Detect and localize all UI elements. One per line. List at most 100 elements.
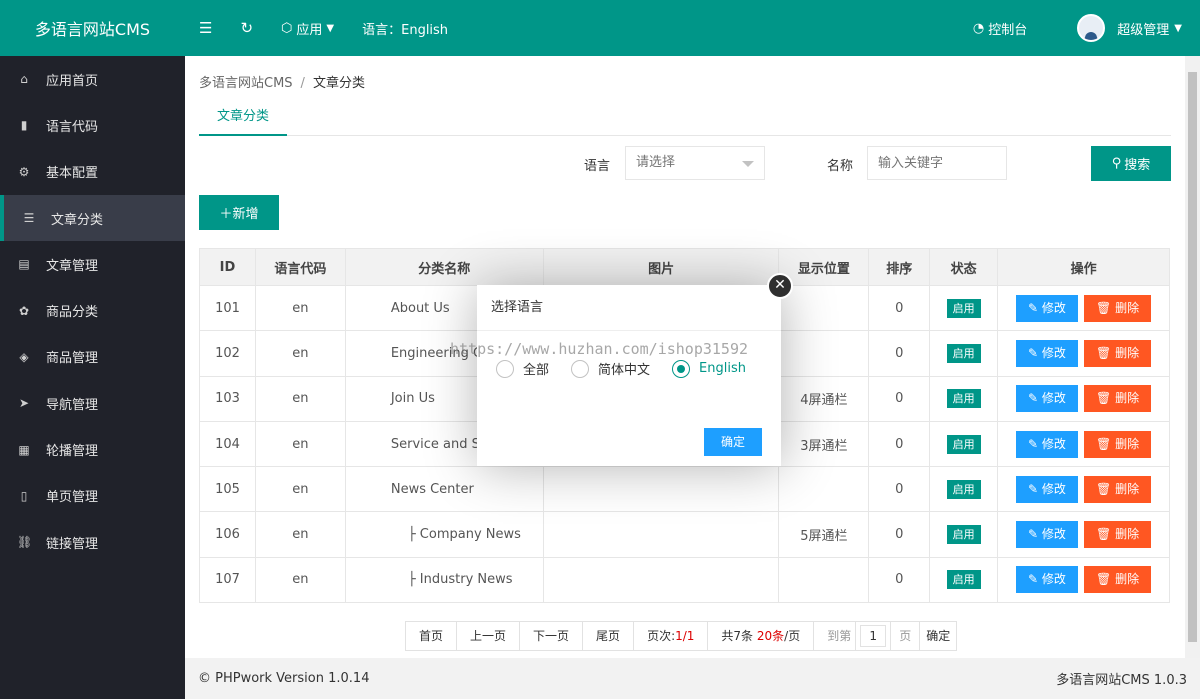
delete-label: 删除 — [1115, 481, 1140, 496]
status-badge[interactable]: 启用 — [946, 298, 981, 318]
close-icon[interactable]: ✕ — [767, 273, 793, 299]
cell-lang: en — [254, 420, 346, 468]
footer-version: © PHPwork Version 1.0.14 — [198, 671, 370, 686]
page-total: 共7条 20条/页 — [708, 622, 815, 650]
cell-status: 启用 — [929, 511, 999, 558]
edit-button[interactable]: ✎ 修改 — [1016, 430, 1078, 458]
sidebar-item-carousel-manage[interactable]: ▦ 轮播管理 — [0, 426, 185, 472]
chevron-down-icon: ▼ — [1174, 22, 1182, 34]
cubes-icon: ✿ — [18, 303, 30, 318]
radio-all[interactable]: 全部 — [496, 359, 549, 378]
delete-button[interactable]: 🗑 删除 — [1084, 475, 1152, 503]
cell-status: 启用 — [929, 466, 999, 513]
table-row: 107 en ├ Industry News 0 启用 ✎ 修改 🗑 删除 — [199, 556, 1170, 604]
cell-lang: en — [254, 330, 346, 377]
scrollbar-thumb[interactable] — [1188, 72, 1197, 642]
status-badge[interactable]: 启用 — [946, 389, 981, 409]
keyword-input[interactable] — [867, 146, 1007, 180]
edit-button[interactable]: ✎ 修改 — [1016, 294, 1078, 322]
apps-menu[interactable]: ⬡ 应用 ▼ — [267, 0, 348, 56]
page-prev[interactable]: 上一页 — [457, 622, 521, 650]
delete-button[interactable]: 🗑 删除 — [1084, 385, 1152, 413]
console-label: 控制台 — [988, 22, 1028, 38]
search-button-label: 搜索 — [1124, 158, 1151, 173]
refresh-button[interactable]: ↻ — [226, 0, 267, 56]
delete-button[interactable]: 🗑 删除 — [1084, 566, 1152, 594]
sidebar-item-label: 文章管理 — [46, 258, 99, 274]
cell-image — [542, 511, 780, 558]
sidebar-item-nav-manage[interactable]: ➤ 导航管理 — [0, 380, 185, 426]
cell-lang: en — [254, 375, 346, 422]
add-button[interactable]: ＋新增 — [199, 195, 279, 230]
menu-toggle-button[interactable]: ☰ — [185, 0, 226, 56]
cell-status: 启用 — [929, 420, 999, 468]
top-header: 多语言网站CMS ☰ ↻ ⬡ 应用 ▼ 语言：English ◔ 控制台 超级管… — [0, 0, 1200, 56]
edit-button[interactable]: ✎ 修改 — [1016, 339, 1078, 367]
cell-sort: 0 — [868, 511, 931, 558]
caret-down-icon — [742, 161, 754, 167]
sidebar-item-language-code[interactable]: ▮ 语言代码 — [0, 102, 185, 148]
edit-button[interactable]: ✎ 修改 — [1016, 385, 1078, 413]
cell-name: ├ Company News — [344, 511, 544, 558]
cell-sort: 0 — [868, 556, 931, 604]
edit-label: 修改 — [1041, 527, 1066, 542]
col-header-lang: 语言代码 — [254, 248, 346, 286]
goto-confirm-button[interactable]: 确定 — [920, 622, 957, 650]
language-select[interactable]: 请选择 — [625, 146, 765, 180]
pencil-icon: ✎ — [1028, 300, 1042, 315]
book-icon: ▮ — [20, 118, 28, 133]
per-page-count: 20条 — [756, 629, 785, 643]
delete-button[interactable]: 🗑 删除 — [1084, 521, 1152, 549]
cell-status: 启用 — [929, 284, 999, 332]
user-menu[interactable]: 超级管理 ▼ — [1063, 0, 1200, 56]
goto-page-input[interactable]: 1 — [860, 625, 887, 647]
status-badge[interactable]: 启用 — [946, 343, 981, 363]
language-filter-label: 语言 — [584, 159, 611, 174]
image-icon: ▦ — [18, 442, 30, 457]
status-badge[interactable]: 启用 — [946, 525, 981, 545]
sidebar-item-product-category[interactable]: ✿ 商品分类 — [0, 287, 185, 333]
cell-name: News Center — [344, 466, 544, 513]
delete-button[interactable]: 🗑 删除 — [1084, 294, 1152, 322]
pencil-icon: ✎ — [1028, 345, 1042, 360]
sidebar-item-basic-config[interactable]: ⚙ 基本配置 — [0, 149, 185, 195]
dashboard-icon: ◔ — [972, 20, 985, 36]
page-next[interactable]: 下一页 — [520, 622, 584, 650]
delete-label: 删除 — [1115, 345, 1140, 360]
delete-label: 删除 — [1115, 572, 1140, 587]
sidebar-item-article-manage[interactable]: ▤ 文章管理 — [0, 241, 185, 287]
delete-button[interactable]: 🗑 删除 — [1084, 430, 1152, 458]
edit-button[interactable]: ✎ 修改 — [1016, 521, 1078, 549]
tab-article-category[interactable]: 文章分类 — [199, 100, 287, 136]
sidebar-item-article-category[interactable]: ☰ 文章分类 — [0, 194, 185, 242]
cell-id: 104 — [199, 420, 256, 468]
sidebar-item-home[interactable]: ⌂ 应用首页 — [0, 56, 185, 102]
language-indicator[interactable]: 语言：English — [348, 0, 462, 56]
status-badge[interactable]: 启用 — [946, 434, 981, 454]
radio-zh-cn[interactable]: 简体中文 — [571, 359, 650, 378]
status-badge[interactable]: 启用 — [946, 479, 981, 499]
cell-lang: en — [254, 556, 346, 604]
cell-sort: 0 — [868, 330, 931, 377]
edit-button[interactable]: ✎ 修改 — [1016, 566, 1078, 594]
page-last[interactable]: 尾页 — [583, 622, 635, 650]
cell-id: 107 — [199, 556, 256, 604]
vertical-scrollbar[interactable] — [1185, 56, 1200, 658]
sidebar-item-link-manage[interactable]: ⛓ 链接管理 — [0, 519, 185, 565]
radio-label: English — [699, 361, 746, 376]
console-link[interactable]: ◔ 控制台 — [959, 0, 1063, 56]
sidebar-item-page-manage[interactable]: ▯ 单页管理 — [0, 473, 185, 519]
delete-button[interactable]: 🗑 删除 — [1084, 339, 1152, 367]
col-header-actions: 操作 — [997, 248, 1170, 286]
search-button[interactable]: ⚲ 搜索 — [1091, 146, 1171, 181]
page-first[interactable]: 首页 — [406, 622, 458, 650]
confirm-button[interactable]: 确定 — [704, 428, 762, 456]
edit-button[interactable]: ✎ 修改 — [1016, 475, 1078, 503]
edit-label: 修改 — [1041, 572, 1066, 587]
sidebar-item-product-manage[interactable]: ◈ 商品管理 — [0, 334, 185, 380]
col-header-id: ID — [199, 248, 256, 286]
breadcrumb-root[interactable]: 多语言网站CMS — [199, 76, 293, 91]
radio-english[interactable]: English — [672, 359, 746, 378]
col-header-image: 图片 — [542, 248, 780, 286]
status-badge[interactable]: 启用 — [946, 570, 981, 590]
